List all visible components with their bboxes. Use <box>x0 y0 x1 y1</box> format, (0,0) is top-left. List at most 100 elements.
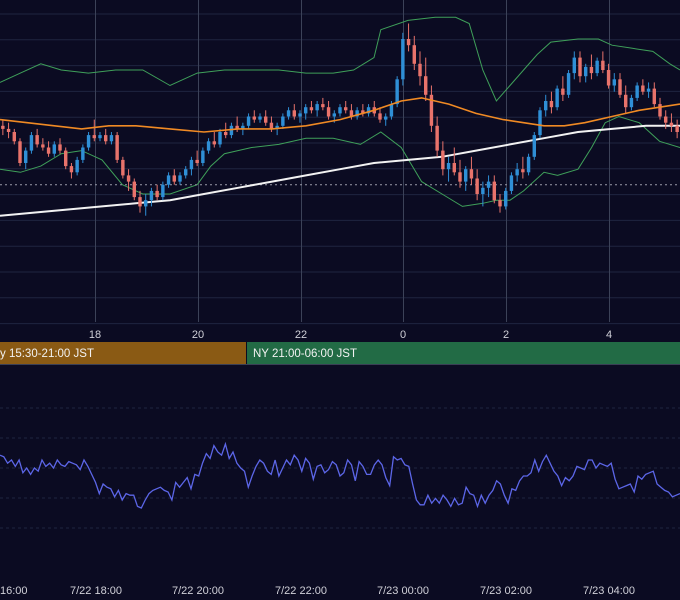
candle <box>646 82 651 98</box>
candle-body <box>469 169 474 179</box>
candle-body <box>412 45 416 64</box>
candle-body <box>635 85 639 98</box>
candle-body <box>629 97 634 108</box>
candle <box>24 147 28 170</box>
candle <box>538 107 542 139</box>
candle-body <box>452 163 456 173</box>
candle <box>561 76 565 101</box>
candle-body <box>338 107 342 114</box>
candle-body <box>58 144 62 151</box>
candle <box>46 141 51 157</box>
candle-body <box>395 79 399 105</box>
candle <box>12 128 16 145</box>
oscillator-grid <box>0 407 680 529</box>
candle-body <box>344 107 348 111</box>
candle <box>172 169 176 185</box>
candle <box>201 147 205 167</box>
candle <box>58 138 62 154</box>
candle-body <box>332 113 336 117</box>
candle <box>166 172 171 188</box>
candle <box>52 141 56 157</box>
candle <box>572 51 576 80</box>
candle-body <box>126 175 131 182</box>
candle-body <box>286 110 291 117</box>
candle <box>486 175 491 198</box>
candle <box>601 51 605 74</box>
candle-body <box>41 144 45 148</box>
candle-body <box>252 116 256 120</box>
candle <box>532 132 536 160</box>
candle-body <box>86 135 91 148</box>
candle <box>469 156 474 185</box>
candle <box>675 119 679 139</box>
candle <box>315 101 319 117</box>
candle <box>635 82 639 101</box>
main-x-tick-label: 20 <box>192 329 204 341</box>
candle-body <box>52 144 56 154</box>
candle-body <box>326 107 331 117</box>
candle <box>281 113 285 129</box>
candle <box>212 132 216 148</box>
candle-body <box>458 172 462 182</box>
candle <box>246 113 251 129</box>
candle <box>526 153 531 176</box>
candle-body <box>81 147 85 160</box>
bollinger-lower-band <box>0 115 680 207</box>
candle-body <box>189 159 194 170</box>
candle <box>669 113 674 132</box>
candle <box>321 97 325 111</box>
candle <box>229 122 234 139</box>
candle <box>252 110 256 123</box>
candle-body <box>292 110 296 117</box>
candle <box>69 163 74 179</box>
candle-body <box>206 141 211 151</box>
candle-body <box>224 132 228 136</box>
session-label-tokyo: y 15:30-21:00 JST <box>0 348 94 360</box>
candle <box>384 113 388 126</box>
candle-body <box>646 88 651 92</box>
candle-body <box>46 147 51 154</box>
candle-body <box>406 39 411 46</box>
candle-body <box>561 88 565 95</box>
candle <box>498 194 502 213</box>
candle <box>418 51 422 86</box>
trading-chart-svg[interactable]: 18 20 22 0 2 4 y 15:30-21:00 JST NY 21:00-06:… <box>0 0 680 600</box>
candle-body <box>69 166 74 173</box>
candle-body <box>315 104 319 111</box>
candle <box>492 175 496 204</box>
candle <box>104 128 108 145</box>
candle-body <box>515 169 519 176</box>
candle-body <box>481 187 485 194</box>
candle <box>81 144 85 163</box>
candle <box>264 110 268 126</box>
candle <box>429 85 434 132</box>
candle <box>424 57 428 101</box>
candle-body <box>104 135 108 142</box>
candle-body <box>184 169 188 176</box>
session-label-ny: NY 21:00-06:00 JST <box>253 348 357 360</box>
candle-body <box>138 197 142 207</box>
candle-body <box>389 104 394 117</box>
candle <box>555 85 559 111</box>
candle <box>441 141 445 176</box>
candle-body <box>446 163 451 170</box>
candle-body <box>155 190 159 198</box>
candle <box>41 138 45 151</box>
candle-body <box>92 135 96 139</box>
main-x-tick-label: 4 <box>606 329 612 341</box>
candle-body <box>618 79 622 95</box>
candle-body <box>64 150 68 167</box>
candle-body <box>424 76 428 95</box>
candle <box>29 132 34 154</box>
candle <box>98 132 102 142</box>
candle-body <box>12 132 16 142</box>
candle-body <box>544 101 548 111</box>
candle-body <box>538 110 542 136</box>
candle-body <box>486 181 491 188</box>
candle <box>544 94 548 117</box>
candle-body <box>269 122 274 129</box>
candle <box>515 163 519 182</box>
oscillator-x-tick-label: 7/22 22:00 <box>275 585 327 597</box>
candle-body <box>161 184 165 198</box>
candle-body <box>521 169 525 173</box>
